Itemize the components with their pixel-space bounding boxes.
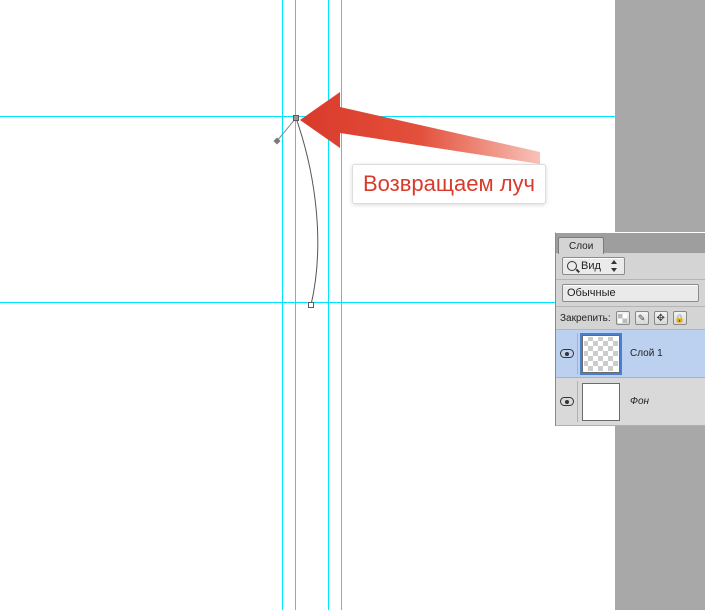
- layer-name[interactable]: Фон: [630, 396, 649, 407]
- eye-icon: [560, 349, 574, 358]
- lock-icon: 🔒: [675, 314, 685, 323]
- checker-icon: [618, 314, 627, 323]
- layer-row[interactable]: Слой 1: [556, 330, 705, 378]
- guide-horizontal[interactable]: [0, 116, 615, 117]
- guide-vertical[interactable]: [341, 0, 342, 610]
- blend-mode-select[interactable]: Обычные: [562, 284, 699, 302]
- lock-pixels-button[interactable]: ✎: [635, 311, 649, 325]
- bezier-handle[interactable]: [273, 137, 280, 144]
- blend-mode-row: Обычные: [556, 280, 705, 307]
- layer-list: Слой 1 Фон: [556, 330, 705, 426]
- layer-visibility-toggle[interactable]: [556, 333, 578, 374]
- move-icon: ✥: [656, 313, 664, 324]
- guide-vertical[interactable]: [282, 0, 283, 610]
- eye-icon: [560, 397, 574, 406]
- layer-thumbnail[interactable]: [582, 335, 620, 373]
- layer-name[interactable]: Слой 1: [630, 348, 663, 359]
- layer-visibility-toggle[interactable]: [556, 381, 578, 422]
- annotation-label: Возвращаем луч: [352, 164, 546, 204]
- tab-layers[interactable]: Слои: [558, 237, 604, 254]
- search-icon: [567, 261, 577, 271]
- stepper-arrows-icon: [609, 259, 618, 273]
- guide-vertical[interactable]: [328, 0, 329, 610]
- guide-vertical[interactable]: [295, 0, 296, 610]
- layers-view-row: Вид: [556, 253, 705, 280]
- lock-row: Закрепить: ✎ ✥ 🔒: [556, 307, 705, 330]
- anchor-point[interactable]: [293, 115, 299, 121]
- brush-icon: ✎: [638, 313, 646, 324]
- anchor-point[interactable]: [308, 302, 314, 308]
- layer-row[interactable]: Фон: [556, 378, 705, 426]
- lock-transparency-button[interactable]: [616, 311, 630, 325]
- canvas[interactable]: [0, 0, 615, 610]
- lock-position-button[interactable]: ✥: [654, 311, 668, 325]
- lock-all-button[interactable]: 🔒: [673, 311, 687, 325]
- lock-label: Закрепить:: [560, 313, 611, 324]
- annotation-text: Возвращаем луч: [363, 171, 535, 196]
- layers-panel: Слои Вид Обычные Закрепить: ✎ ✥ 🔒: [555, 232, 705, 426]
- panel-tab-bar: Слои: [556, 233, 705, 253]
- blend-mode-value: Обычные: [567, 287, 616, 299]
- layers-view-label: Вид: [581, 260, 601, 272]
- tab-layers-label: Слои: [569, 241, 593, 252]
- layers-view-select[interactable]: Вид: [562, 257, 625, 275]
- layer-thumbnail[interactable]: [582, 383, 620, 421]
